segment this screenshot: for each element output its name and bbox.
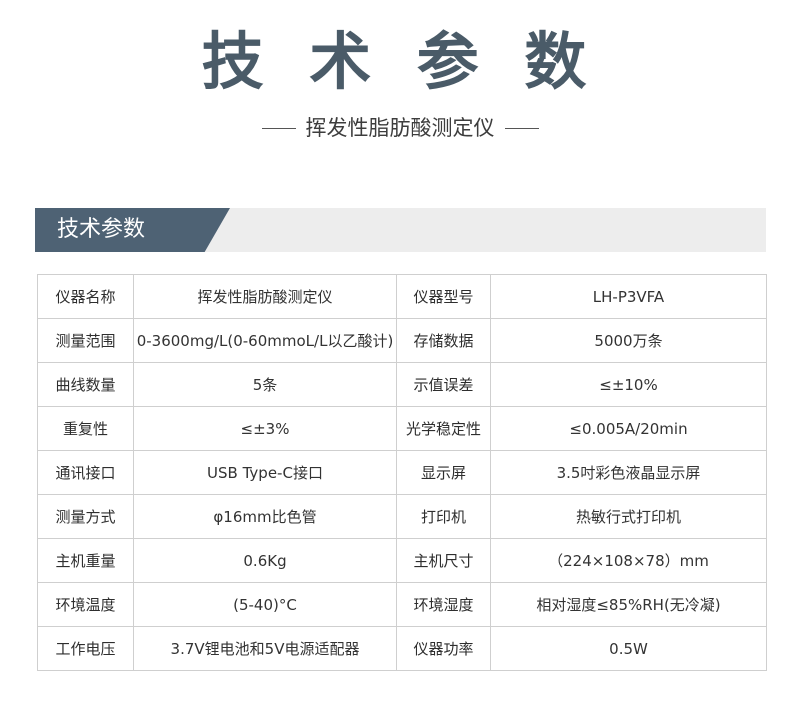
spec-label: 仪器型号 [396,274,491,319]
spec-label: 测量范围 [37,318,134,363]
spec-label: 主机尺寸 [396,538,491,583]
spec-value: 相对湿度≤85%RH(无冷凝) [490,582,767,627]
spec-label: 示值误差 [396,362,491,407]
table-row: 测量范围 0-3600mg/L(0-60mmoL/L以乙酸计) 存储数据 5000万条 [37,318,767,363]
spec-value: （224×108×78）mm [490,538,767,583]
spec-value: 热敏行式打印机 [490,494,767,539]
table-row: 主机重量 0.6Kg 主机尺寸 （224×108×78）mm [37,538,767,583]
spec-label: 环境湿度 [396,582,491,627]
table-row: 通讯接口 USB Type-C接口 显示屏 3.5吋彩色液晶显示屏 [37,450,767,495]
spec-value: LH-P3VFA [490,274,767,319]
table-row: 环境温度 (5-40)°C 环境湿度 相对湿度≤85%RH(无冷凝) [37,582,767,627]
spec-value: 3.7V锂电池和5V电源适配器 [133,626,397,671]
spec-value: 0-3600mg/L(0-60mmoL/L以乙酸计) [133,318,397,363]
spec-label: 仪器功率 [396,626,491,671]
section-title: 技术参数 [57,217,146,242]
product-subtitle: 挥发性脂肪酸测定仪 [305,116,495,140]
spec-label: 主机重量 [37,538,134,583]
table-row: 曲线数量 5条 示值误差 ≤±10% [37,362,767,407]
spec-label: 工作电压 [37,626,134,671]
spec-value: (5-40)°C [133,582,397,627]
spec-label: 打印机 [396,494,491,539]
spec-label: 通讯接口 [37,450,134,495]
spec-label: 显示屏 [396,450,491,495]
spec-value: USB Type-C接口 [133,450,397,495]
spec-value: ≤±3% [133,406,397,451]
spec-value: φ16mm比色管 [133,494,397,539]
spec-label: 仪器名称 [37,274,134,319]
table-row: 测量方式 φ16mm比色管 打印机 热敏行式打印机 [37,494,767,539]
subtitle-row: 挥发性脂肪酸测定仪 [0,113,800,143]
spec-label: 环境温度 [37,582,134,627]
page-title: 技 术 参 数 [201,25,599,98]
spec-table: 仪器名称 挥发性脂肪酸测定仪 仪器型号 LH-P3VFA 测量范围 0-3600mg/L(… [37,274,767,671]
spec-value: 0.5W [490,626,767,671]
spec-label: 重复性 [37,406,134,451]
spec-label: 光学稳定性 [396,406,491,451]
spec-value: 挥发性脂肪酸测定仪 [133,274,397,319]
table-row: 重复性 ≤±3% 光学稳定性 ≤0.005A/20min [37,406,767,451]
spec-value: 3.5吋彩色液晶显示屏 [490,450,767,495]
table-row: 仪器名称 挥发性脂肪酸测定仪 仪器型号 LH-P3VFA [37,274,767,319]
spec-value: ≤±10% [490,362,767,407]
subtitle-divider-right [504,127,539,129]
spec-value: ≤0.005A/20min [490,406,767,451]
spec-table-body: 仪器名称 挥发性脂肪酸测定仪 仪器型号 LH-P3VFA 测量范围 0-3600mg/L(… [37,274,767,671]
spec-value: 5条 [133,362,397,407]
table-row: 工作电压 3.7V锂电池和5V电源适配器 仪器功率 0.5W [37,626,767,671]
spec-label: 曲线数量 [37,362,134,407]
spec-label: 存储数据 [396,318,491,363]
spec-value: 0.6Kg [133,538,397,583]
subtitle-divider-left [261,127,296,129]
spec-value: 5000万条 [490,318,767,363]
spec-label: 测量方式 [37,494,134,539]
